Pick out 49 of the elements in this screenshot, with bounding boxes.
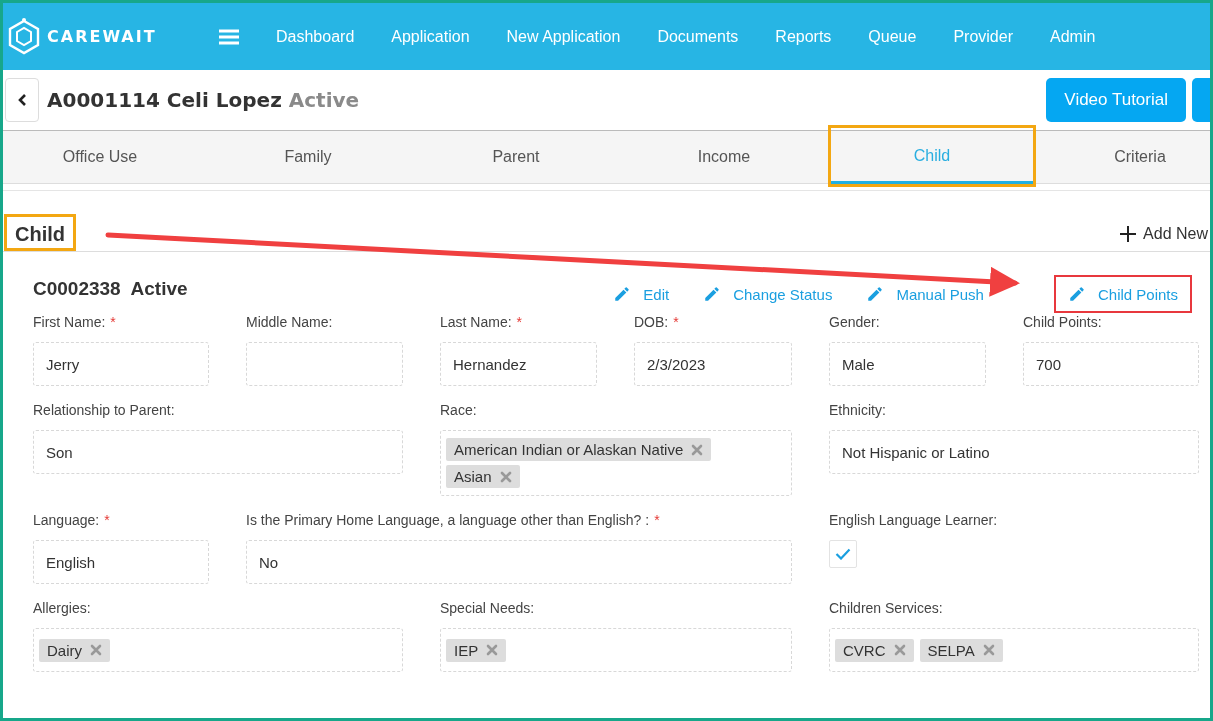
tag: Asian xyxy=(446,465,520,488)
field-label: Special Needs: xyxy=(440,599,535,618)
field-label: First Name: xyxy=(33,313,106,332)
tag-field[interactable]: American Indian or Alaskan Native Asian xyxy=(440,430,792,496)
required-mark: * xyxy=(516,313,523,332)
required-mark: * xyxy=(654,511,660,530)
field-label: DOB: xyxy=(634,313,669,332)
child-id-status: C0002338 Active xyxy=(33,278,188,300)
tab[interactable]: Office Use xyxy=(3,131,204,183)
input-field[interactable]: Not Hispanic or Latino xyxy=(829,430,1199,474)
tag: SELPA xyxy=(919,638,1003,662)
input-field[interactable]: No xyxy=(246,540,792,584)
field-label: Allergies: xyxy=(33,599,91,618)
tag: American Indian or Alaskan Native xyxy=(446,438,712,461)
field-label: Middle Name: xyxy=(246,313,333,332)
tab[interactable]: Parent xyxy=(412,131,620,183)
input-field[interactable]: Hernandez xyxy=(440,342,597,386)
tag: IEP xyxy=(446,638,507,662)
required-mark: * xyxy=(104,511,110,530)
tab[interactable]: Income xyxy=(620,131,828,183)
input-field[interactable]: 700 xyxy=(1023,342,1199,386)
tab[interactable]: Family xyxy=(204,131,412,183)
field-label: Last Name: xyxy=(440,313,512,332)
tag: Dairy xyxy=(39,638,110,662)
field-label: Child Points: xyxy=(1023,313,1102,332)
field-label: Ethnicity: xyxy=(829,401,886,420)
field-label: Race: xyxy=(440,401,477,420)
required-mark: * xyxy=(673,313,679,332)
field-label: Gender: xyxy=(829,313,880,332)
tag: CVRC xyxy=(835,638,914,662)
field-label: Is the Primary Home Language, a language other than English? : xyxy=(246,511,650,530)
input-field[interactable]: Son xyxy=(33,430,403,474)
add-new-button[interactable]: Add New xyxy=(1119,225,1210,251)
field-label: English Language Learner: xyxy=(829,511,998,530)
tag-field[interactable]: Dairy xyxy=(33,628,403,672)
field-label: Language: xyxy=(33,511,100,530)
field-label: Relationship to Parent: xyxy=(33,401,175,420)
input-field[interactable]: 2/3/2023 xyxy=(634,342,792,386)
application-title: A0001114 Celi Lopez Active xyxy=(47,88,361,112)
tab[interactable]: Criteria xyxy=(1036,131,1210,183)
tag-field[interactable]: IEP xyxy=(440,628,792,672)
brand-name: CAREWAIT xyxy=(47,27,157,46)
section-title: Child xyxy=(4,214,76,251)
input-field[interactable]: English xyxy=(33,540,209,584)
input-field[interactable]: Jerry xyxy=(33,342,209,386)
input-field[interactable]: Male xyxy=(829,342,986,386)
required-mark: * xyxy=(110,313,116,332)
field-label: Children Services: xyxy=(829,599,943,618)
tag-field[interactable]: CVRC SELPA xyxy=(829,628,1199,672)
